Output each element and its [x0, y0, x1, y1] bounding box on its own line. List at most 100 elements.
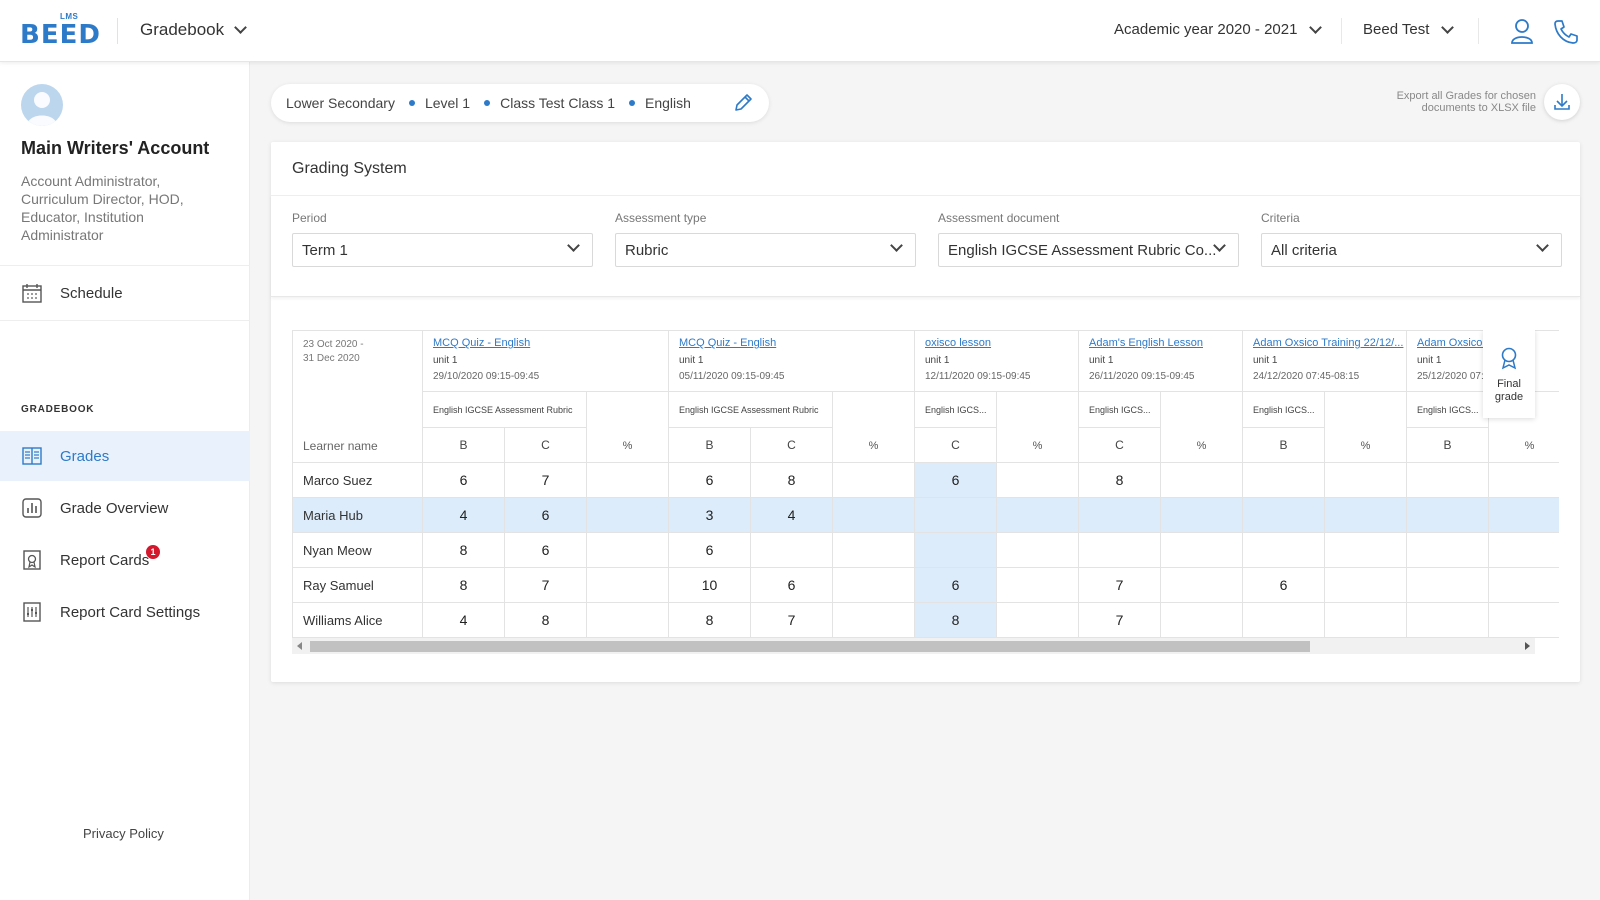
sidebar-item-report-card-settings[interactable]: Report Card Settings	[0, 587, 250, 637]
grade-cell[interactable]	[997, 463, 1079, 498]
assessment-link[interactable]: oxisco lesson	[925, 337, 991, 349]
sidebar-item-grades[interactable]: Grades	[0, 431, 250, 481]
school-select[interactable]: Beed Test	[1363, 20, 1455, 38]
horizontal-scrollbar[interactable]	[292, 638, 1535, 654]
grade-cell[interactable]	[1407, 603, 1489, 638]
grade-cell[interactable]	[1407, 533, 1489, 568]
grade-cell[interactable]	[1161, 463, 1243, 498]
sidebar-item-report-cards[interactable]: Report Cards 1	[0, 535, 250, 585]
grade-cell[interactable]	[587, 603, 669, 638]
grade-cell[interactable]	[751, 533, 833, 568]
grade-cell[interactable]: 8	[423, 533, 505, 568]
grade-cell[interactable]	[1243, 463, 1325, 498]
grade-cell[interactable]: 7	[505, 463, 587, 498]
grade-cell[interactable]	[1407, 463, 1489, 498]
assessment-link[interactable]: Adam's English Lesson	[1089, 337, 1203, 349]
assessment-link[interactable]: MCQ Quiz - English	[679, 337, 776, 349]
grade-cell[interactable]	[1325, 498, 1407, 533]
privacy-policy-link[interactable]: Privacy Policy	[83, 826, 164, 841]
beed-logo[interactable]: LMS BEED	[20, 12, 100, 50]
grade-cell[interactable]: 8	[423, 568, 505, 603]
grade-cell[interactable]: 8	[915, 603, 997, 638]
grade-cell[interactable]: 6	[423, 463, 505, 498]
breadcrumb-item[interactable]: Class Test Class 1	[500, 95, 615, 111]
grade-cell[interactable]	[915, 498, 997, 533]
grade-cell[interactable]	[587, 498, 669, 533]
grade-cell[interactable]	[833, 568, 915, 603]
grade-cell[interactable]	[1161, 603, 1243, 638]
grade-cell[interactable]: 4	[423, 498, 505, 533]
grade-cell[interactable]: 8	[669, 603, 751, 638]
grade-cell[interactable]	[587, 463, 669, 498]
grade-cell[interactable]	[1489, 533, 1559, 568]
grade-cell[interactable]	[1489, 568, 1559, 603]
grade-cell[interactable]	[833, 533, 915, 568]
grade-cell[interactable]: 7	[1079, 568, 1161, 603]
grade-cell[interactable]	[587, 568, 669, 603]
grade-cell[interactable]	[997, 533, 1079, 568]
grade-cell[interactable]: 7	[1079, 603, 1161, 638]
grade-cell[interactable]	[997, 498, 1079, 533]
sidebar-item-schedule[interactable]: Schedule	[0, 268, 250, 318]
grade-cell[interactable]	[1325, 603, 1407, 638]
grade-cell[interactable]	[833, 463, 915, 498]
scroll-right-icon[interactable]	[1525, 642, 1530, 650]
export-button[interactable]	[1544, 84, 1580, 120]
grade-cell[interactable]: 4	[423, 603, 505, 638]
period-select[interactable]: Term 1	[292, 233, 593, 267]
grade-cell[interactable]: 7	[505, 568, 587, 603]
pencil-icon[interactable]	[733, 93, 753, 113]
app-switcher[interactable]: Gradebook	[140, 20, 247, 40]
breadcrumb-item[interactable]: English	[645, 95, 691, 111]
assessment-document-select[interactable]: English IGCSE Assessment Rubric Co...	[938, 233, 1239, 267]
grade-cell[interactable]	[1079, 533, 1161, 568]
grade-cell[interactable]	[1243, 603, 1325, 638]
grade-cell[interactable]: 10	[669, 568, 751, 603]
grade-cell[interactable]: 8	[1079, 463, 1161, 498]
grade-cell[interactable]: 6	[1243, 568, 1325, 603]
grade-cell[interactable]: 8	[751, 463, 833, 498]
grade-cell[interactable]: 4	[751, 498, 833, 533]
grade-cell[interactable]	[1407, 498, 1489, 533]
grade-cell[interactable]	[1161, 533, 1243, 568]
grade-cell[interactable]	[1489, 603, 1559, 638]
sidebar-item-grade-overview[interactable]: Grade Overview	[0, 483, 250, 533]
grade-cell[interactable]: 3	[669, 498, 751, 533]
assessment-link[interactable]: MCQ Quiz - English	[433, 337, 530, 349]
grade-cell[interactable]: 7	[751, 603, 833, 638]
grade-cell[interactable]: 6	[505, 498, 587, 533]
breadcrumb-item[interactable]: Level 1	[425, 95, 470, 111]
grade-cell[interactable]: 6	[669, 463, 751, 498]
grade-cell[interactable]	[1161, 498, 1243, 533]
grade-cell[interactable]	[833, 498, 915, 533]
user-icon[interactable]	[1510, 18, 1534, 44]
breadcrumb-item[interactable]: Lower Secondary	[286, 95, 395, 111]
grade-cell[interactable]	[1079, 498, 1161, 533]
grade-cell[interactable]	[1243, 498, 1325, 533]
grade-cell[interactable]	[1407, 568, 1489, 603]
grade-cell[interactable]: 6	[669, 533, 751, 568]
assessment-link[interactable]: Adam Oxsico Training 22/12/...	[1253, 337, 1403, 349]
grade-cell[interactable]	[1489, 463, 1559, 498]
scroll-left-icon[interactable]	[297, 642, 302, 650]
grade-cell[interactable]: 6	[915, 568, 997, 603]
grade-cell[interactable]	[833, 603, 915, 638]
grade-cell[interactable]: 6	[505, 533, 587, 568]
avatar[interactable]	[21, 84, 63, 126]
grade-cell[interactable]: 6	[915, 463, 997, 498]
grade-cell[interactable]	[1243, 533, 1325, 568]
grade-cell[interactable]	[587, 533, 669, 568]
scroll-thumb[interactable]	[310, 641, 1310, 652]
criteria-select[interactable]: All criteria	[1261, 233, 1562, 267]
academic-year-select[interactable]: Academic year 2020 - 2021	[1114, 20, 1323, 38]
phone-icon[interactable]	[1553, 18, 1579, 44]
grade-cell[interactable]	[1489, 498, 1559, 533]
grade-cell[interactable]	[1325, 463, 1407, 498]
grade-cell[interactable]	[1161, 568, 1243, 603]
assessment-type-select[interactable]: Rubric	[615, 233, 916, 267]
grade-cell[interactable]	[1325, 533, 1407, 568]
assessment-link[interactable]: Adam Oxsico T	[1417, 337, 1492, 349]
grade-cell[interactable]	[997, 603, 1079, 638]
final-grade-button[interactable]: Final grade	[1483, 330, 1535, 418]
grade-cell[interactable]	[1325, 568, 1407, 603]
